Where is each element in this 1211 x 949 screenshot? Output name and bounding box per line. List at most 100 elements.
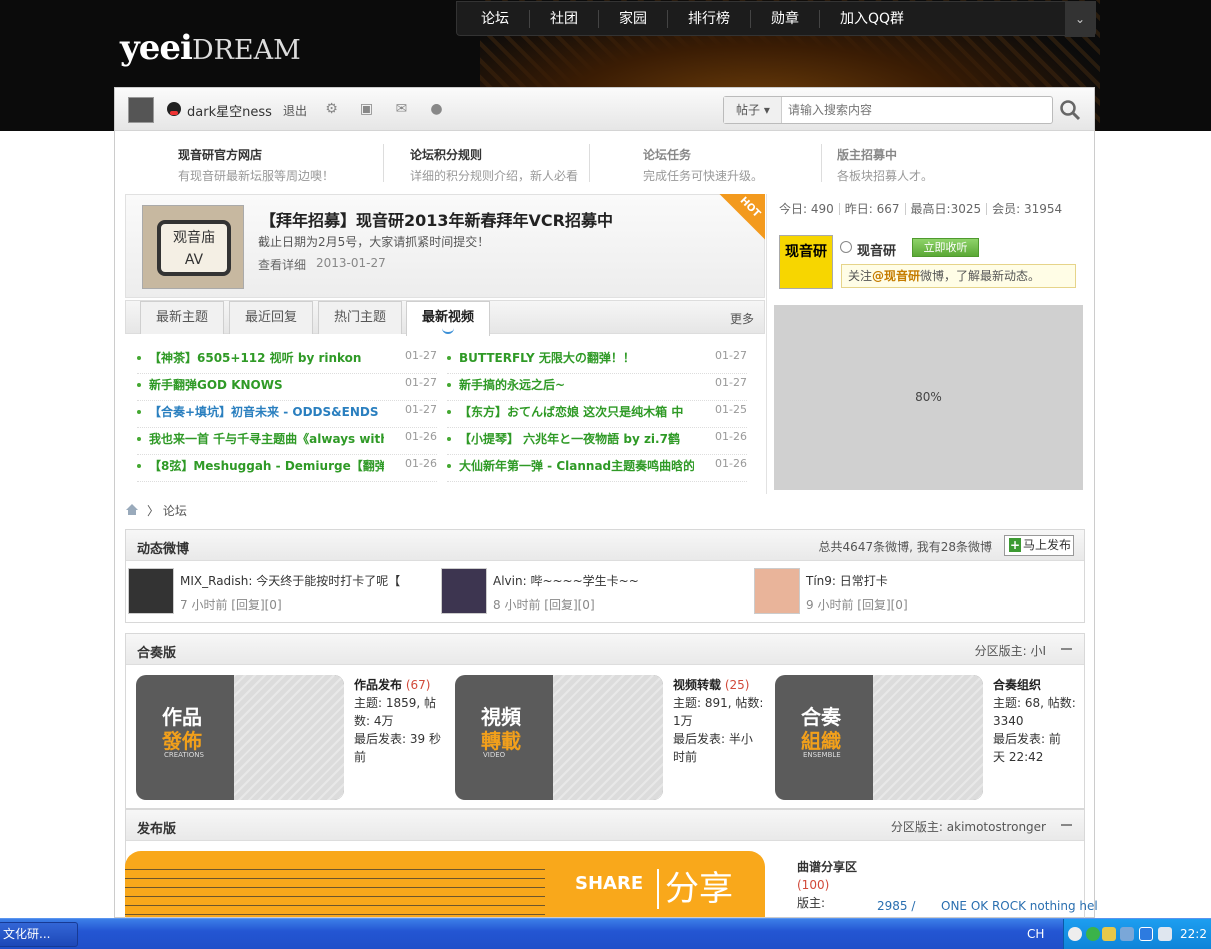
search-box: 帖子 ▾ <box>723 96 1053 124</box>
featured-desc: 截止日期为2月5号，大家请抓紧时间提交！ <box>258 235 490 249</box>
panel-title[interactable]: 合奏版 <box>137 642 176 661</box>
taskbar: 文化研... CH 22:2 <box>0 918 1211 949</box>
quick-links: 现音研官方网店 有现音研最新坛服等周边噢！ 论坛积分规则 详细的积分规则介绍，新人必… <box>115 132 1094 190</box>
forum-post-count: 2985 / <box>877 899 916 913</box>
tab-latest-videos[interactable]: 最新视频 <box>406 301 491 336</box>
link-rules[interactable]: 论坛积分规则 详细的积分规则介绍，新人必看 <box>410 146 578 184</box>
follow-button[interactable]: 立即收听 <box>912 238 979 257</box>
arrow-left-icon[interactable] <box>1068 927 1082 941</box>
forum-banner-creations[interactable]: 作品 發佈 CREATIONS <box>136 675 344 800</box>
top-nav: 论坛 社团 家园 排行榜 勋章 加入QQ群 ⌄ <box>456 1 1096 37</box>
tab-recent-replies[interactable]: 最近回复 <box>229 301 314 334</box>
nav-club[interactable]: 社团 <box>530 9 599 28</box>
taskbar-task[interactable]: 文化研... <box>0 922 78 947</box>
panel-title[interactable]: 动态微博 <box>137 538 189 557</box>
clock: 22:2 <box>1180 927 1207 941</box>
volume-icon[interactable] <box>1158 927 1172 941</box>
list-item[interactable]: 新手搞的永远之后~ 01-27 <box>447 374 747 401</box>
nav-forum[interactable]: 论坛 <box>457 9 530 28</box>
avatar[interactable] <box>128 568 174 614</box>
list-item[interactable]: 【神茶】6505+112 视听 by rinkon 01-27 <box>137 347 437 374</box>
weibo-count: 总共4647条微博, 我有28条微博 <box>818 540 992 554</box>
avatar[interactable] <box>128 97 154 123</box>
chevron-down-icon[interactable]: ⌄ <box>1065 2 1095 37</box>
list-item[interactable]: 【东方】おてんば恋娘 这次只是纯木箱 中 01-25 <box>447 401 747 428</box>
music-staff-graphic <box>125 861 545 917</box>
forum-banner-video[interactable]: 視頻 轉載 VIDEO <box>455 675 663 800</box>
divider <box>766 194 767 494</box>
forum-info: 视频转载 (25) 主题: 891, 帖数: 1万 最后发表: 半小 时前 <box>673 678 764 764</box>
weibo-text[interactable]: Tín9: 日常打卡 <box>806 572 888 589</box>
nav-qq-group[interactable]: 加入QQ群 <box>820 10 924 28</box>
collapse-icon[interactable] <box>1061 648 1072 650</box>
forum-name[interactable]: 作品发布 <box>354 678 402 692</box>
gear-icon[interactable]: ⚙ <box>323 101 340 117</box>
search-icon[interactable] <box>1058 98 1082 122</box>
list-item[interactable]: 【合奏+填坑】初音未来 - ODDS&ENDS 01-27 <box>137 401 437 428</box>
panel-title[interactable]: 发布版 <box>137 818 176 837</box>
link-tasks[interactable]: 论坛任务 完成任务可快速升级。 <box>643 146 763 184</box>
home-icon[interactable] <box>125 504 139 515</box>
featured-image[interactable]: 观音庙 AV <box>142 205 244 289</box>
avatar[interactable] <box>441 568 487 614</box>
list-item[interactable]: 新手翻弹GOD KNOWS 01-27 <box>137 374 437 401</box>
list-item[interactable]: 【小提琴】 六兆年と一夜物語 by zi.7鹤 01-26 <box>447 428 747 455</box>
search-input[interactable] <box>788 100 1038 120</box>
post-weibo-button[interactable]: 马上发布 <box>1004 535 1074 556</box>
tray-icon[interactable] <box>1102 927 1116 941</box>
featured-more-link[interactable]: 查看详细 <box>258 256 306 273</box>
forum-banner-share[interactable]: SHARE 分享 <box>125 851 765 917</box>
shield-icon[interactable] <box>1139 927 1153 941</box>
weibo-name[interactable]: 现音研 <box>857 240 896 259</box>
list-item[interactable]: 大仙新年第一弹 - Clannad主题奏鸣曲晗的 01-26 <box>447 455 747 482</box>
ad-placeholder[interactable]: 80% <box>774 305 1083 490</box>
network-icon[interactable] <box>1120 927 1134 941</box>
stat-max: 最高日:3025 <box>906 203 988 215</box>
forum-name[interactable]: 合奏组织 <box>993 678 1041 692</box>
mail-icon[interactable]: ✉ <box>393 101 410 117</box>
list-item[interactable]: 我也来一首 千与千寻主题曲《always with 01-26 <box>137 428 437 455</box>
weibo-meta[interactable]: 7 小时前 [回复][0] <box>180 596 282 613</box>
hot-badge: HOT <box>719 194 765 240</box>
site-logo[interactable]: yeeiDREAM <box>120 28 301 68</box>
weibo-text[interactable]: Alvin: 哔~~~~学生卡~~ <box>493 572 639 589</box>
stat-yesterday: 昨日: 667 <box>840 203 906 215</box>
more-link[interactable]: 更多 <box>730 310 754 327</box>
username[interactable]: dark星空ness <box>187 101 272 120</box>
qq-icon <box>167 102 181 116</box>
nav-medal[interactable]: 勋章 <box>751 9 820 28</box>
section-moderator[interactable]: 分区版主: akimotostronger <box>891 818 1046 835</box>
divider <box>589 144 590 182</box>
forum-banner-ensemble[interactable]: 合奏 組織 ENSEMBLE <box>775 675 983 800</box>
qq-tray-icon[interactable] <box>1086 927 1100 941</box>
nav-ranking[interactable]: 排行榜 <box>668 9 751 28</box>
weibo-meta[interactable]: 8 小时前 [回复][0] <box>493 596 595 613</box>
search-category-select[interactable]: 帖子 ▾ <box>724 97 782 123</box>
weibo-avatar[interactable]: 现音研 <box>779 235 833 289</box>
tab-latest-topics[interactable]: 最新主题 <box>140 301 225 334</box>
forum-name[interactable]: 视频转载 <box>673 678 721 692</box>
bulb-icon[interactable]: ● <box>428 101 445 117</box>
featured-date: 2013-01-27 <box>316 256 386 270</box>
list-item[interactable]: 【8弦】Meshuggah - Demiurge【翻弹】 01-26 <box>137 455 437 482</box>
weibo-text[interactable]: MIX_Radish: 今天终于能按时打卡了呢【 <box>180 572 400 589</box>
weibo-tip-link[interactable]: @现音研 <box>872 269 920 283</box>
main-container: dark星空ness 退出 ⚙ ▣ ✉ ● 帖子 ▾ 现音研官方网店有现音研最新… <box>114 87 1098 919</box>
weibo-meta[interactable]: 9 小时前 [回复][0] <box>806 596 908 613</box>
featured-title[interactable]: 【拜年招募】现音研2013年新春拜年VCR招募中 <box>260 207 613 231</box>
logout-link[interactable]: 退出 <box>283 102 307 119</box>
section-moderator[interactable]: 分区版主: 小I <box>975 642 1046 659</box>
divider <box>383 144 384 182</box>
list-item[interactable]: BUTTERFLY 无限大の翻弹！！ 01-27 <box>447 347 747 374</box>
tab-hot-topics[interactable]: 热门主题 <box>318 301 403 334</box>
breadcrumb-current[interactable]: 论坛 <box>163 504 187 518</box>
collapse-icon[interactable] <box>1061 824 1072 826</box>
link-shop[interactable]: 现音研官方网店 有现音研最新坛服等周边噢！ <box>178 146 334 184</box>
nav-home[interactable]: 家园 <box>599 9 668 28</box>
forum-name[interactable]: 曲谱分享区 <box>797 860 857 874</box>
avatar[interactable] <box>754 568 800 614</box>
image-icon[interactable]: ▣ <box>358 101 375 117</box>
link-moderator[interactable]: 版主招募中 各板块招募人才。 <box>837 146 933 184</box>
forum-latest-link[interactable]: ONE OK ROCK nothing hel <box>941 899 1098 913</box>
language-indicator[interactable]: CH <box>1027 927 1044 941</box>
